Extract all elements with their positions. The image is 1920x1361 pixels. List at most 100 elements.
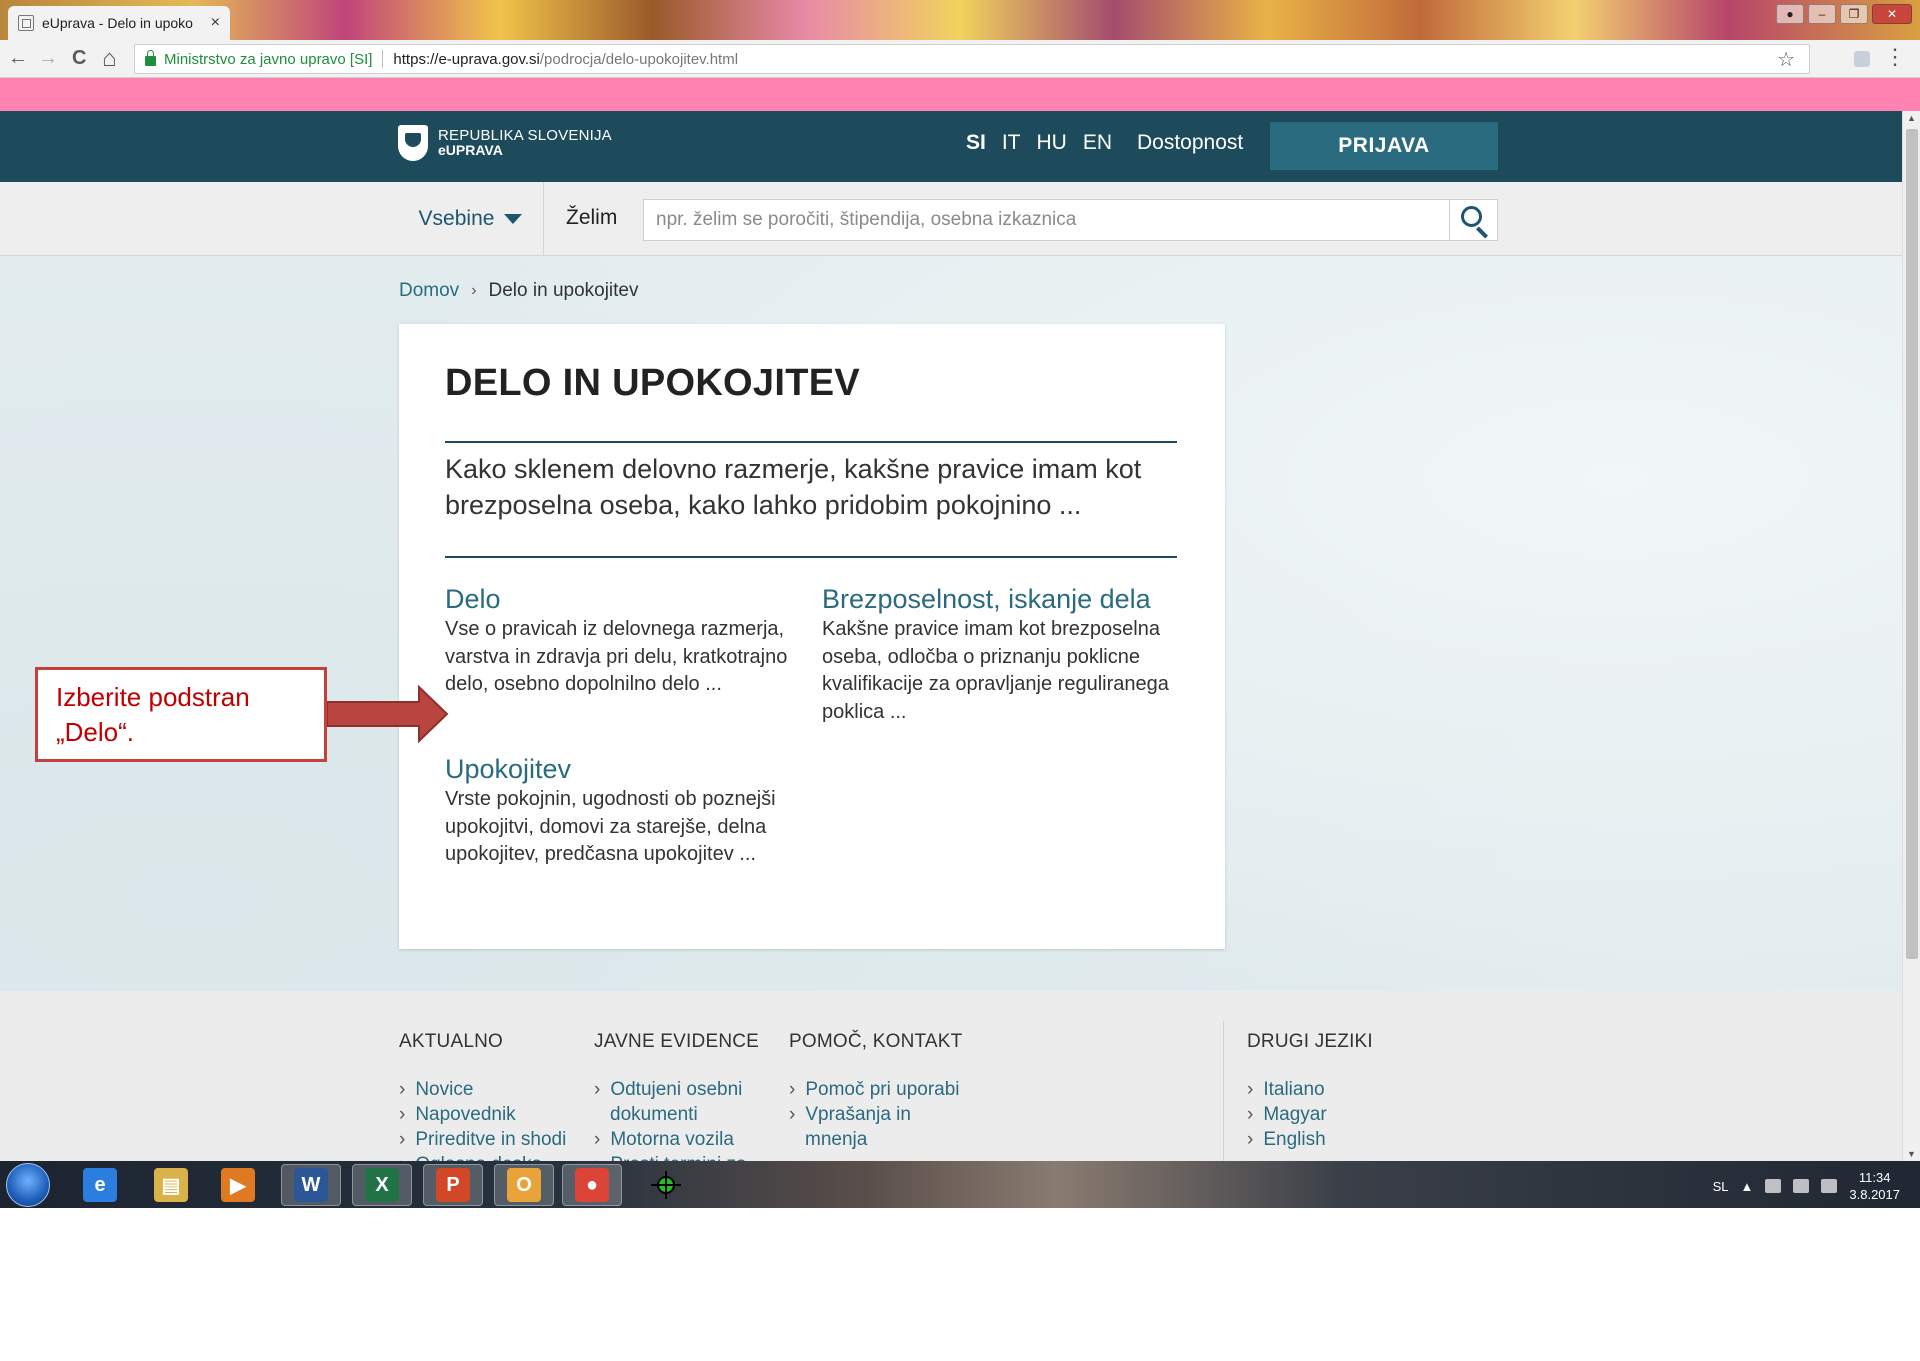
start-button-icon[interactable] bbox=[6, 1163, 50, 1207]
user-profile-icon[interactable]: ● bbox=[1776, 4, 1804, 24]
section-upokojitev-link[interactable]: Upokojitev bbox=[445, 752, 805, 786]
caret-down-icon bbox=[504, 214, 523, 224]
system-tray: SL ▲ 11:34 3.8.2017 bbox=[1713, 1169, 1900, 1203]
content-card: DELO IN UPOKOJITEV Kako sklenem delovno … bbox=[399, 324, 1225, 949]
scrollbar-thumb[interactable] bbox=[1906, 129, 1918, 959]
footer-link[interactable]: English bbox=[1263, 1127, 1325, 1152]
section-delo-link[interactable]: Delo bbox=[445, 582, 805, 616]
address-bar[interactable]: Ministrstvo za javno upravo [SI] https:/… bbox=[134, 44, 1810, 74]
excel-icon: X bbox=[365, 1168, 399, 1202]
taskbar-excel-button[interactable]: X bbox=[352, 1164, 412, 1206]
scroll-up-icon[interactable]: ▲ bbox=[1907, 113, 1916, 123]
site-logo[interactable]: REPUBLIKA SLOVENIJA eUPRAVA bbox=[398, 125, 612, 161]
bookmark-star-icon[interactable]: ☆ bbox=[1777, 47, 1795, 72]
contents-menu-button[interactable]: Vsebine bbox=[398, 182, 544, 256]
show-hidden-icons[interactable]: ▲ bbox=[1741, 1179, 1754, 1194]
contents-menu-label: Vsebine bbox=[418, 207, 495, 230]
page-scrollbar[interactable]: ▲ ▼ bbox=[1902, 111, 1920, 1161]
extension-icon[interactable] bbox=[1854, 51, 1870, 67]
secure-origin-label: Ministrstvo za javno upravo [SI] bbox=[164, 50, 373, 68]
powerpoint-icon: P bbox=[436, 1168, 470, 1202]
section-upokojitev: Upokojitev Vrste pokojnin, ugodnosti ob … bbox=[445, 752, 805, 869]
footer-link[interactable]: Pomoč pri uporabi bbox=[805, 1077, 959, 1102]
taskbar-outlook-button[interactable]: O bbox=[494, 1164, 554, 1206]
search-input[interactable]: npr. želim se poročiti, štipendija, oseb… bbox=[644, 200, 1449, 240]
footer-link[interactable]: Vprašanja in bbox=[805, 1102, 911, 1127]
footer-link[interactable]: Motorna vozila bbox=[610, 1127, 734, 1152]
crosshair-cursor-icon bbox=[651, 1171, 681, 1199]
tab-close-icon[interactable]: × bbox=[211, 14, 220, 32]
annotation-line-1: Izberite podstran bbox=[56, 682, 250, 712]
footer-link[interactable]: Novice bbox=[415, 1077, 473, 1102]
browser-tabstrip: eUprava - Delo in upoko × ● – ❐ ✕ bbox=[0, 0, 1920, 40]
network-icon[interactable] bbox=[1793, 1179, 1810, 1193]
breadcrumb-home-link[interactable]: Domov bbox=[399, 280, 459, 302]
brand-top-text: REPUBLIKA SLOVENIJA bbox=[438, 127, 612, 144]
footer-link[interactable]: Prosti termini za bbox=[610, 1152, 746, 1161]
section-brezposelnost-link[interactable]: Brezposelnost, iskanje dela bbox=[822, 582, 1182, 616]
annotation-callout: Izberite podstran „Delo“. bbox=[35, 667, 327, 762]
footer-heading: DRUGI JEZIKI bbox=[1247, 1031, 1373, 1052]
reload-icon[interactable]: C bbox=[72, 47, 86, 70]
search-icon bbox=[1461, 206, 1482, 227]
intro-divider bbox=[445, 556, 1177, 558]
footer-link[interactable]: Prireditve in shodi bbox=[415, 1127, 566, 1152]
intro-text: Kako sklenem delovno razmerje, kakšne pr… bbox=[445, 454, 1142, 520]
footer-link-continued[interactable]: dokumenti bbox=[594, 1102, 698, 1127]
input-language[interactable]: SL bbox=[1713, 1179, 1729, 1194]
clock[interactable]: 11:34 3.8.2017 bbox=[1849, 1169, 1900, 1203]
footer-col-drugi-jeziki: DRUGI JEZIKI › Italiano › Magyar › English bbox=[1247, 1031, 1373, 1152]
browser-tab[interactable]: eUprava - Delo in upoko × bbox=[8, 6, 230, 40]
browser-toolbar: ← → C ⌂ Ministrstvo za javno upravo [SI]… bbox=[0, 40, 1920, 78]
back-icon[interactable]: ← bbox=[8, 47, 28, 70]
footer-link[interactable]: Napovednik bbox=[415, 1102, 515, 1127]
volume-icon[interactable] bbox=[1821, 1179, 1838, 1193]
search-button[interactable] bbox=[1449, 200, 1497, 240]
taskbar-powerpoint-button[interactable]: P bbox=[423, 1164, 483, 1206]
outlook-icon: O bbox=[507, 1168, 541, 1202]
annotation-arrow-icon bbox=[327, 685, 449, 743]
annotation-line-2: „Delo“. bbox=[56, 717, 135, 747]
accessibility-link[interactable]: Dostopnost bbox=[1137, 131, 1243, 155]
footer-col-aktualno: AKTUALNO › Novice › Napovednik › Prireditve… bbox=[399, 1031, 566, 1161]
footer-link[interactable]: Italiano bbox=[1263, 1077, 1324, 1102]
footer-link-continued[interactable]: mnenja bbox=[789, 1127, 867, 1152]
action-center-icon[interactable] bbox=[1765, 1179, 1782, 1193]
search-box: npr. želim se poročiti, štipendija, oseb… bbox=[643, 199, 1498, 241]
taskbar-chrome-button[interactable]: ● bbox=[562, 1164, 622, 1206]
minimize-icon[interactable]: – bbox=[1808, 4, 1836, 24]
taskbar-file-explorer-button[interactable]: ▤ bbox=[141, 1164, 201, 1206]
section-delo: Delo Vse o pravicah iz delovnega razmerj… bbox=[445, 582, 805, 699]
breadcrumb-current: Delo in upokojitev bbox=[488, 280, 639, 301]
lang-it[interactable]: IT bbox=[1002, 131, 1021, 155]
footer-col-pomoc: POMOČ, KONTAKT › Pomoč pri uporabi › Vpraš… bbox=[789, 1031, 963, 1152]
pink-banner-bar bbox=[0, 78, 1920, 111]
lang-en[interactable]: EN bbox=[1083, 131, 1112, 155]
title-divider bbox=[445, 441, 1177, 443]
breadcrumb: Domov › Delo in upokojitev bbox=[399, 280, 639, 302]
footer-link[interactable]: Odtujeni osebni bbox=[610, 1077, 742, 1102]
section-upokojitev-desc: Vrste pokojnin, ugodnosti ob poznejši up… bbox=[445, 788, 776, 865]
window-controls: ● – ❐ ✕ bbox=[1776, 4, 1912, 24]
window-close-icon[interactable]: ✕ bbox=[1872, 4, 1912, 24]
browser-menu-icon[interactable]: ⋮ bbox=[1884, 46, 1906, 68]
footer-heading: JAVNE EVIDENCE bbox=[594, 1031, 760, 1052]
forward-icon[interactable]: → bbox=[38, 47, 58, 70]
address-separator bbox=[382, 50, 384, 68]
footer-link[interactable]: Magyar bbox=[1263, 1102, 1326, 1127]
clock-date: 3.8.2017 bbox=[1849, 1187, 1900, 1202]
web-page: REPUBLIKA SLOVENIJA eUPRAVA SI IT HU EN … bbox=[0, 111, 1902, 1161]
lang-hu[interactable]: HU bbox=[1037, 131, 1067, 155]
screenshot: eUprava - Delo in upoko × ● – ❐ ✕ ← → C … bbox=[0, 0, 1920, 1208]
scroll-down-icon[interactable]: ▼ bbox=[1907, 1149, 1916, 1159]
url-path: /podrocja/delo-upokojitev.html bbox=[539, 50, 739, 68]
restore-icon[interactable]: ❐ bbox=[1840, 4, 1868, 24]
lang-si[interactable]: SI bbox=[966, 131, 986, 155]
taskbar-media-player-button[interactable]: ▶ bbox=[208, 1164, 268, 1206]
taskbar-internet-explorer-button[interactable]: e bbox=[70, 1164, 130, 1206]
home-icon[interactable]: ⌂ bbox=[102, 45, 117, 73]
taskbar-word-button[interactable]: W bbox=[281, 1164, 341, 1206]
login-button[interactable]: PRIJAVA bbox=[1270, 122, 1498, 170]
site-header: REPUBLIKA SLOVENIJA eUPRAVA SI IT HU EN … bbox=[0, 111, 1902, 182]
footer-link[interactable]: Oglasna deska bbox=[415, 1152, 542, 1161]
